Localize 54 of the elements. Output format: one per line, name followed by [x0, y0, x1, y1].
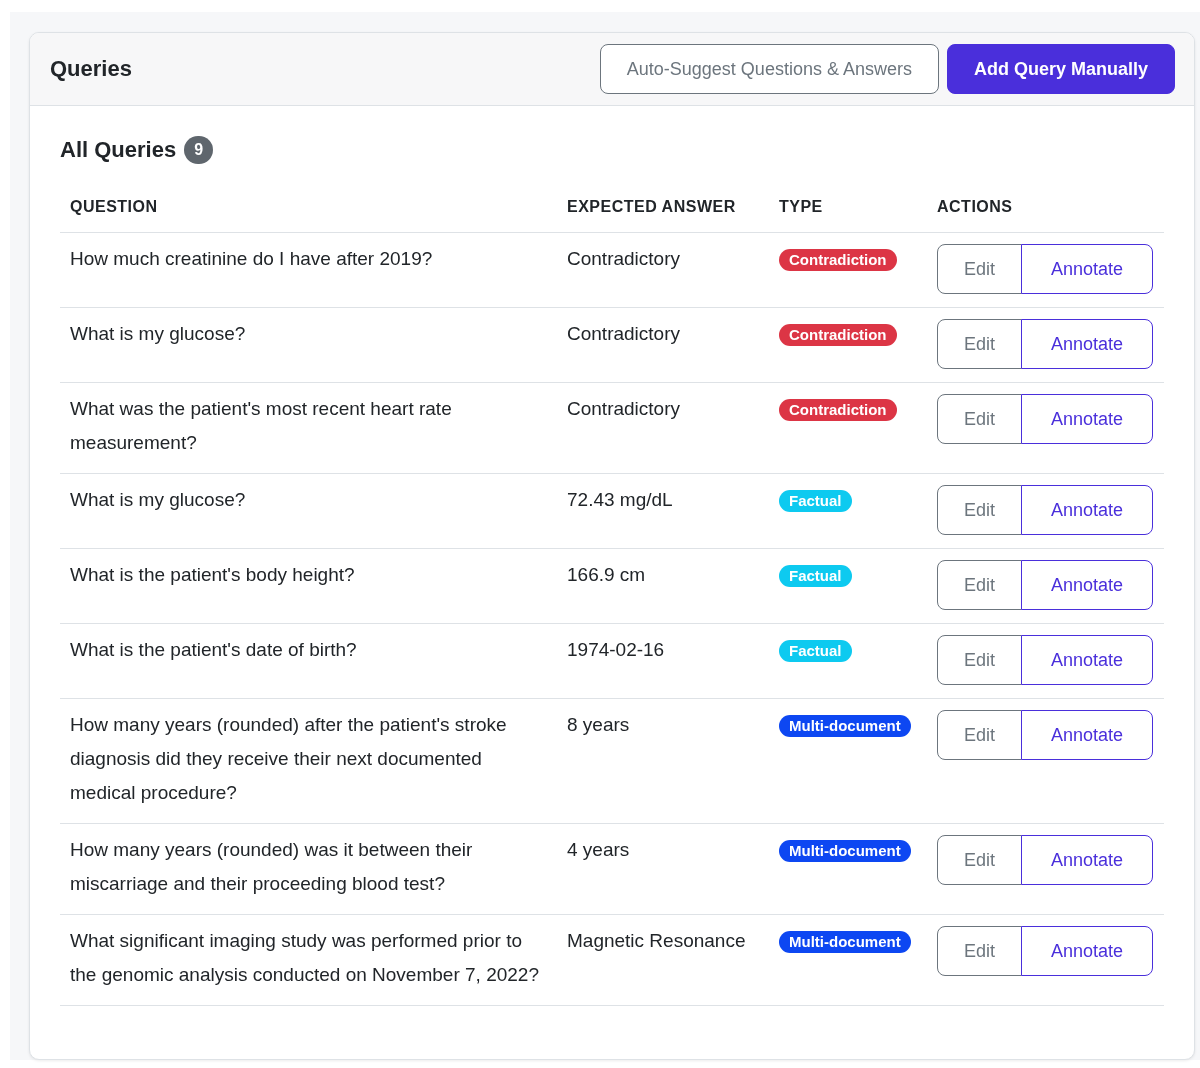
- question-text: What significant imaging study was performed prior to the genomic analysis conducted on November 7, 2022?: [70, 930, 539, 985]
- type-tag: Factual: [779, 490, 852, 512]
- action-button[interactable]: Annotate: [1021, 485, 1153, 535]
- question-text: What is the patient's body height?: [70, 564, 355, 585]
- type-tag: Multi-document: [779, 931, 911, 953]
- answer-text: Contradictory: [567, 248, 680, 269]
- column-header: QUESTION: [70, 198, 158, 215]
- action-button[interactable]: Edit: [937, 926, 1022, 976]
- question-text: How many years (rounded) after the patient's stroke diagnosis did they receive their next documented medical procedure?: [70, 714, 507, 803]
- action-button[interactable]: Edit: [937, 635, 1022, 685]
- answer-text: Magnetic Resonance: [567, 930, 746, 951]
- action-button[interactable]: Annotate: [1021, 835, 1153, 885]
- question-text: What is my glucose?: [70, 323, 246, 344]
- count-badge: 9: [184, 136, 214, 164]
- question-text: What is the patient's date of birth?: [70, 639, 357, 660]
- answer-text: 4 years: [567, 839, 630, 860]
- type-tag: Factual: [779, 640, 852, 662]
- type-tag: Contradiction: [779, 249, 897, 271]
- action-button[interactable]: Edit: [937, 560, 1022, 610]
- action-button[interactable]: Annotate: [1021, 244, 1153, 294]
- type-tag: Multi-document: [779, 840, 911, 862]
- type-tag: Contradiction: [779, 399, 897, 421]
- action-button[interactable]: Edit: [937, 485, 1022, 535]
- action-button[interactable]: Annotate: [1021, 394, 1153, 444]
- answer-text: Contradictory: [567, 323, 680, 344]
- type-tag: Factual: [779, 565, 852, 587]
- answer-text: 8 years: [567, 714, 630, 735]
- type-tag: Contradiction: [779, 324, 897, 346]
- section-title: All Queries: [60, 137, 177, 163]
- answer-text: 1974-02-16: [567, 639, 665, 660]
- header-button[interactable]: Add Query Manually: [946, 44, 1175, 94]
- question-text: What is my glucose?: [70, 489, 246, 510]
- column-header: TYPE: [779, 198, 823, 215]
- action-button[interactable]: Edit: [937, 394, 1022, 444]
- action-button[interactable]: Annotate: [1021, 560, 1153, 610]
- answer-text: 72.43 mg/dL: [567, 489, 673, 510]
- question-text: What was the patient's most recent heart rate measurement?: [70, 398, 452, 453]
- action-button[interactable]: Edit: [937, 835, 1022, 885]
- answer-text: 166.9 cm: [567, 564, 646, 585]
- action-button[interactable]: Annotate: [1021, 635, 1153, 685]
- header-button[interactable]: Auto-Suggest Questions & Answers: [599, 44, 939, 94]
- action-button[interactable]: Annotate: [1021, 926, 1153, 976]
- column-header: ACTIONS: [937, 198, 1013, 215]
- question-text: How much creatinine do I have after 2019?: [70, 248, 433, 269]
- action-button[interactable]: Edit: [937, 710, 1022, 760]
- action-button[interactable]: Edit: [937, 319, 1022, 369]
- question-text: How many years (rounded) was it between their miscarriage and their proceeding blood test?: [70, 839, 473, 894]
- type-tag: Multi-document: [779, 715, 911, 737]
- action-button[interactable]: Annotate: [1021, 319, 1153, 369]
- action-button[interactable]: Edit: [937, 244, 1022, 294]
- answer-text: Contradictory: [567, 398, 680, 419]
- action-button[interactable]: Annotate: [1021, 710, 1153, 760]
- card-title: Queries: [50, 56, 132, 82]
- column-header: EXPECTED ANSWER: [567, 198, 736, 215]
